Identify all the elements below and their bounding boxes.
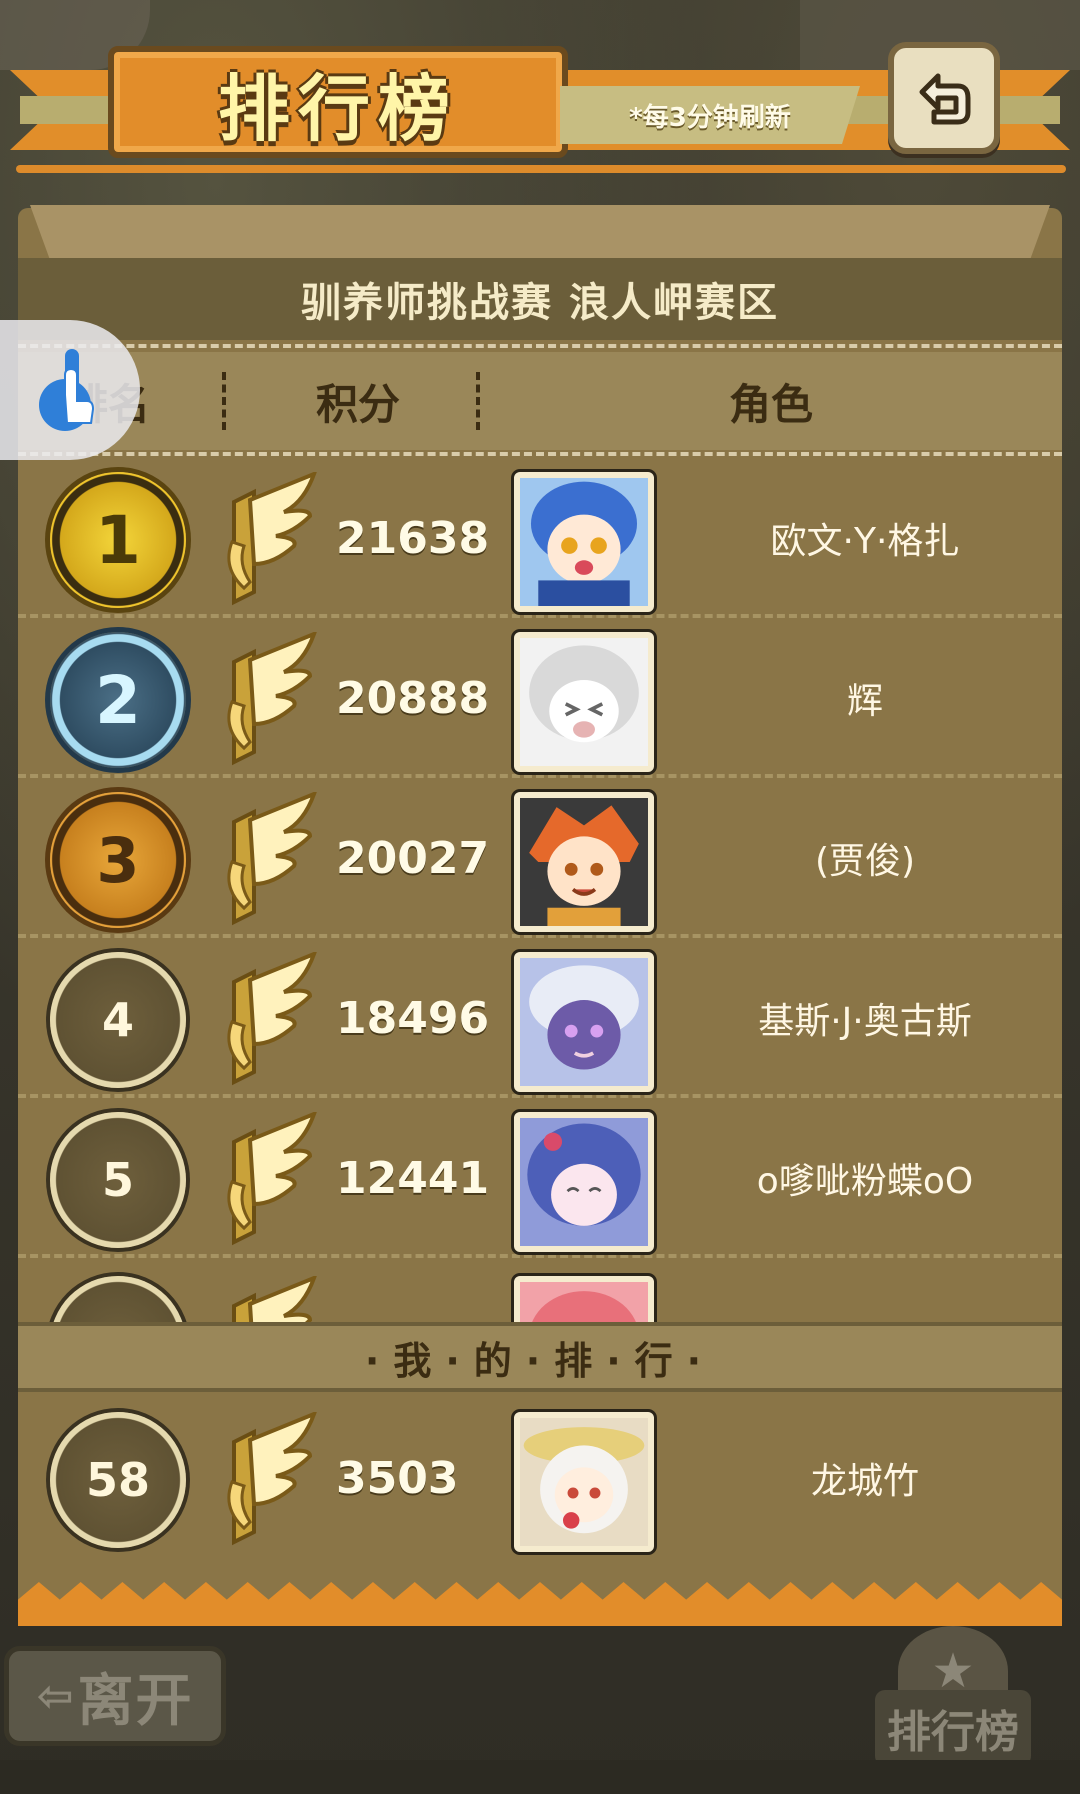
character-portrait-icon [520,1418,648,1546]
leaderboard-button[interactable]: ★ 排行榜 [858,1626,1048,1776]
page-title: 排行榜 [217,66,458,151]
leave-label: 离开 [77,1668,194,1734]
table-row-partial[interactable] [18,1262,1062,1322]
refresh-note: *每3分钟刷新 [629,102,791,133]
my-rank-row[interactable]: 58 3503 龙城竹 [18,1398,1062,1558]
rank-badge-silver: 2 [50,632,186,768]
player-name: (贾俊) [814,841,916,882]
player-name: 欧文·Y·格扎 [770,521,960,562]
divider [18,344,1062,348]
bottom-strip [0,1760,1080,1794]
character-portrait-icon [520,1118,648,1246]
rank-badge-bronze: 3 [50,792,186,928]
column-score-header: 积分 [315,379,400,429]
touch-pointer-icon [39,349,95,431]
avatar[interactable] [514,1412,654,1552]
rank-badge: 4 [50,952,186,1088]
wing-crest-icon [227,472,317,606]
back-button[interactable] [888,42,1000,154]
table-row[interactable]: 3 20027 (贾俊) [18,778,1062,938]
character-portrait-icon [520,1282,648,1322]
table-row[interactable]: 5 12441 o嗲呲粉蝶oO [18,1098,1062,1258]
avatar[interactable] [514,792,654,932]
character-portrait-icon [520,798,648,926]
title-plate: 排行榜 [108,46,568,158]
player-name: o嗲呲粉蝶oO [756,1161,974,1202]
score-value: 18496 [336,992,490,1044]
character-portrait-icon [520,638,648,766]
player-name: 基斯·J·奥古斯 [758,1001,972,1042]
score-value: 12441 [336,1152,490,1204]
rank-badge: 5 [50,1112,186,1248]
avatar[interactable] [514,1112,654,1252]
left-arrow-icon: ⇦ [36,1670,74,1722]
score-value: 21638 [336,512,490,564]
player-name: 辉 [846,681,883,722]
floating-assist-button[interactable] [0,320,140,460]
rank-badge [50,1276,186,1322]
wing-crest-icon [227,952,317,1086]
column-header-row: 排名 积分 角色 [18,352,1062,450]
score-value: 20888 [336,672,490,724]
panel-topper [30,205,1050,261]
back-arrow-icon [919,73,971,125]
table-row[interactable]: 2 20888 辉 [18,618,1062,778]
score-value: 3503 [336,1452,459,1504]
refresh-tag: *每3分钟刷新 [560,86,860,144]
divider [18,452,1062,456]
wing-crest-icon [227,1112,317,1246]
banner-underline [16,165,1066,173]
character-portrait-icon [520,478,648,606]
leaderboard-label: 排行榜 [875,1690,1031,1766]
avatar[interactable] [514,472,654,612]
score-value: 20027 [336,832,490,884]
wing-crest-icon [232,1276,317,1322]
rank-badge-gold: 1 [50,472,186,608]
header-banner: 排行榜 *每3分钟刷新 [0,42,1080,177]
subtitle-bar: 驯养师挑战赛 浪人岬赛区 [18,258,1062,340]
wing-crest-icon [227,1412,317,1546]
avatar[interactable] [514,632,654,772]
table-row[interactable]: 1 21638 欧文·Y·格扎 [18,458,1062,618]
rank-badge: 58 [50,1412,186,1548]
wing-crest-icon [227,792,317,926]
my-rank-label: ·我·的·排·行· [364,1338,716,1383]
wing-crest-icon [227,632,317,766]
character-portrait-icon [520,958,648,1086]
column-character-header: 角色 [728,379,813,429]
avatar[interactable] [514,1276,654,1322]
my-rank-header: ·我·的·排·行· [18,1322,1062,1392]
panel-subtitle: 驯养师挑战赛 浪人岬赛区 [301,280,779,326]
leave-button[interactable]: ⇦ 离开 [4,1646,226,1746]
table-row[interactable]: 4 18496 基斯·J·奥古斯 [18,938,1062,1098]
player-name: 龙城竹 [810,1461,919,1502]
avatar[interactable] [514,952,654,1092]
